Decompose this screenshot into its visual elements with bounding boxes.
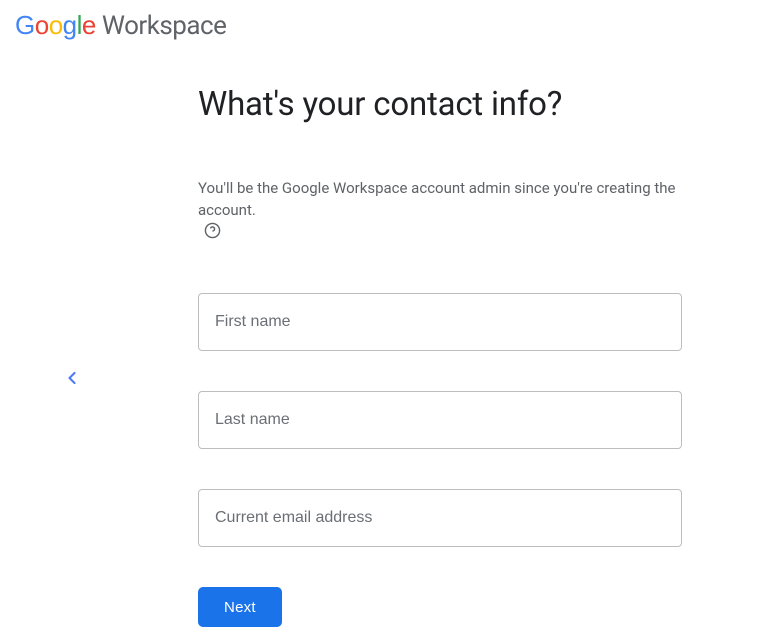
email-field[interactable]	[198, 489, 682, 547]
workspace-text: Workspace	[102, 11, 227, 41]
first-name-field[interactable]	[198, 293, 682, 351]
subtitle: You'll be the Google Workspace account a…	[198, 178, 682, 245]
logo: Google Workspace	[15, 10, 226, 41]
signup-form: What's your contact info? You'll be the …	[198, 85, 682, 627]
chevron-left-icon	[62, 368, 82, 388]
last-name-field[interactable]	[198, 391, 682, 449]
subtitle-text: You'll be the Google Workspace account a…	[198, 178, 682, 222]
help-icon[interactable]	[204, 222, 221, 246]
page-title: What's your contact info?	[198, 85, 682, 124]
back-button[interactable]	[62, 368, 82, 388]
google-logo: Google	[15, 10, 96, 41]
next-button[interactable]: Next	[198, 587, 282, 627]
